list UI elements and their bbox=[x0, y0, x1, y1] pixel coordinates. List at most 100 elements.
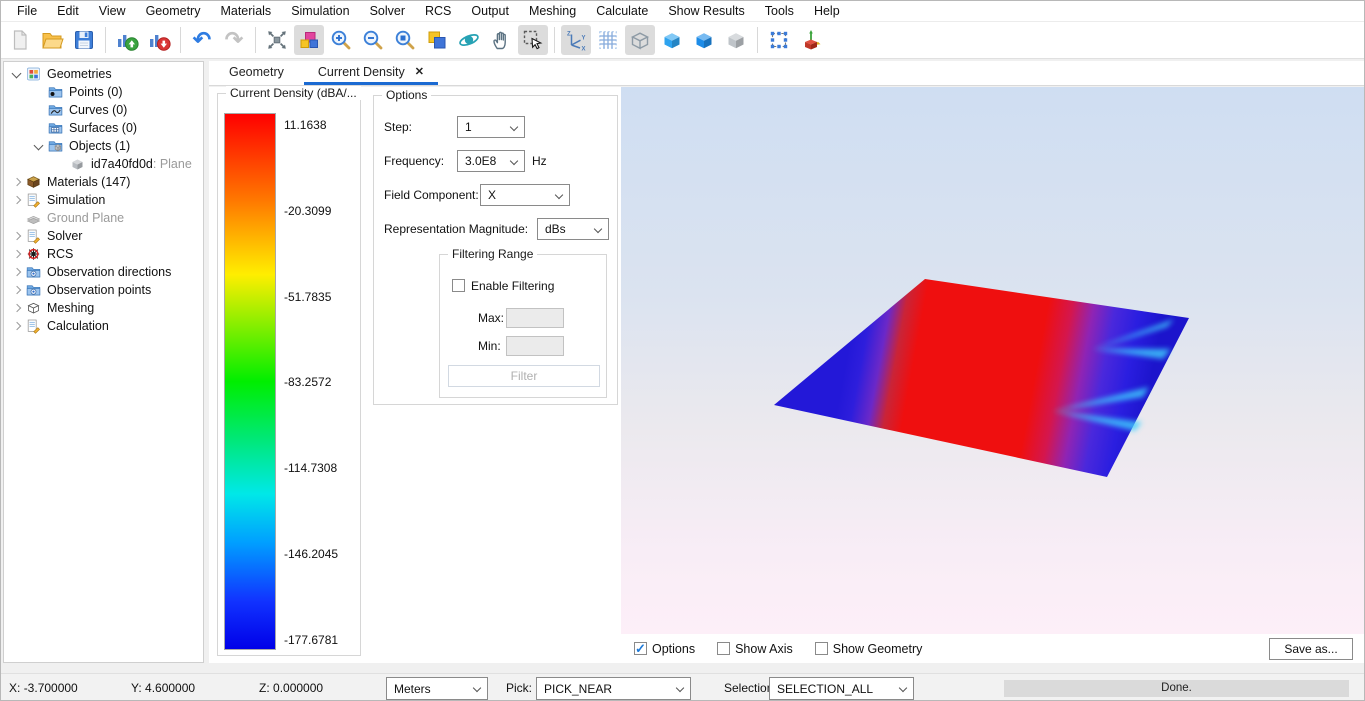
menu-item-materials[interactable]: Materials bbox=[210, 2, 281, 20]
redo-button[interactable]: ↷ bbox=[219, 25, 249, 55]
chevron-collapsed-icon[interactable] bbox=[10, 247, 25, 262]
frequency-select[interactable]: 3.0E8 bbox=[457, 150, 525, 172]
fit-view-icon bbox=[265, 28, 289, 52]
chevron-collapsed-icon[interactable] bbox=[10, 229, 25, 244]
tree-item-ground-plane[interactable]: Ground Plane bbox=[4, 209, 203, 227]
chevron-collapsed-icon[interactable] bbox=[10, 175, 25, 190]
chevron-expanded-icon[interactable] bbox=[32, 139, 47, 154]
tree-item-materials-147[interactable]: Materials (147) bbox=[4, 173, 203, 191]
save-as-button[interactable]: Save as... bbox=[1269, 638, 1353, 660]
tree-item-solver[interactable]: Solver bbox=[4, 227, 203, 245]
tab-current-density[interactable]: Current Density✕ bbox=[304, 61, 438, 85]
open-folder-button[interactable] bbox=[37, 25, 67, 55]
hidden-view-button[interactable] bbox=[721, 25, 751, 55]
folder-cube-icon bbox=[47, 138, 64, 154]
chevron-collapsed-icon[interactable] bbox=[10, 265, 25, 280]
viewport-3d[interactable] bbox=[621, 87, 1365, 634]
new-document-button[interactable] bbox=[5, 25, 35, 55]
orbit-button[interactable] bbox=[454, 25, 484, 55]
chevron-expanded-icon[interactable] bbox=[10, 67, 25, 82]
orientation-triad-button[interactable] bbox=[796, 25, 826, 55]
show-axis-checkbox[interactable] bbox=[717, 642, 730, 655]
menu-item-tools[interactable]: Tools bbox=[755, 2, 804, 20]
tree-item-surfaces-0[interactable]: Surfaces (0) bbox=[4, 119, 203, 137]
chevron-collapsed-icon[interactable] bbox=[10, 283, 25, 298]
color-scale-value: -146.2045 bbox=[284, 547, 360, 561]
tree-item-rcs[interactable]: RCS bbox=[4, 245, 203, 263]
tree-item-observation-directions[interactable]: Observation directions bbox=[4, 263, 203, 281]
chevron-collapsed-icon[interactable] bbox=[10, 193, 25, 208]
show-axes-button[interactable] bbox=[561, 25, 591, 55]
field-component-select[interactable]: X bbox=[480, 184, 570, 206]
tree-item-observation-points[interactable]: Observation points bbox=[4, 281, 203, 299]
menu-item-help[interactable]: Help bbox=[804, 2, 850, 20]
representation-magnitude-select[interactable]: dBs bbox=[537, 218, 609, 240]
tree-item-simulation[interactable]: Simulation bbox=[4, 191, 203, 209]
solid-view-button[interactable] bbox=[657, 25, 687, 55]
tab-strip: GeometryCurrent Density✕ bbox=[209, 61, 1364, 86]
show-objects-button[interactable] bbox=[294, 25, 324, 55]
menu-item-file[interactable]: File bbox=[7, 2, 47, 20]
chevron-placeholder bbox=[54, 157, 69, 172]
selection-handles-button[interactable] bbox=[764, 25, 794, 55]
toolbar-separator bbox=[757, 27, 758, 53]
max-input[interactable] bbox=[506, 308, 564, 328]
show-geometry-toggle[interactable]: Show Geometry bbox=[815, 642, 923, 656]
tree-item-geometries[interactable]: Geometries bbox=[4, 65, 203, 83]
tree-item-id7a40fd0d[interactable]: id7a40fd0d : Plane bbox=[4, 155, 203, 173]
pick-select[interactable]: PICK_NEAR bbox=[536, 677, 691, 700]
tree-item-curves-0[interactable]: Curves (0) bbox=[4, 101, 203, 119]
options-toggle[interactable]: Options bbox=[634, 642, 695, 656]
zoom-out-button[interactable] bbox=[358, 25, 388, 55]
zoom-window-button[interactable] bbox=[390, 25, 420, 55]
units-select[interactable]: Meters bbox=[386, 677, 488, 700]
folder-curve-icon bbox=[47, 102, 64, 118]
export-results-button[interactable] bbox=[144, 25, 174, 55]
bring-to-front-button[interactable] bbox=[422, 25, 452, 55]
show-geometry-checkbox-label: Show Geometry bbox=[833, 642, 923, 656]
pan-button[interactable] bbox=[486, 25, 516, 55]
zoom-in-button[interactable] bbox=[326, 25, 356, 55]
menu-item-meshing[interactable]: Meshing bbox=[519, 2, 586, 20]
enable-filtering-checkbox[interactable] bbox=[452, 279, 465, 292]
field-component-value: X bbox=[488, 188, 496, 202]
current-density-plane-render bbox=[621, 87, 1365, 634]
filter-button[interactable]: Filter bbox=[448, 365, 600, 387]
menu-item-show-results[interactable]: Show Results bbox=[658, 2, 754, 20]
import-results-button[interactable] bbox=[112, 25, 142, 55]
menu-item-rcs[interactable]: RCS bbox=[415, 2, 461, 20]
menu-item-simulation[interactable]: Simulation bbox=[281, 2, 359, 20]
menu-item-output[interactable]: Output bbox=[461, 2, 519, 20]
tree-item-objects-1[interactable]: Objects (1) bbox=[4, 137, 203, 155]
progress-text: Done. bbox=[1161, 682, 1192, 694]
chevron-collapsed-icon[interactable] bbox=[10, 301, 25, 316]
step-select[interactable]: 1 bbox=[457, 116, 525, 138]
tab-geometry[interactable]: Geometry bbox=[215, 61, 298, 85]
menu-item-solver[interactable]: Solver bbox=[360, 2, 415, 20]
tree-item-label: Calculation bbox=[47, 319, 109, 333]
menu-item-view[interactable]: View bbox=[89, 2, 136, 20]
tab-close-icon[interactable]: ✕ bbox=[415, 65, 424, 78]
options-checkbox[interactable] bbox=[634, 642, 647, 655]
min-input[interactable] bbox=[506, 336, 564, 356]
tree-item-label: Surfaces (0) bbox=[69, 121, 137, 135]
save-button[interactable] bbox=[69, 25, 99, 55]
tree-item-meshing[interactable]: Meshing bbox=[4, 299, 203, 317]
show-grid-button[interactable] bbox=[593, 25, 623, 55]
undo-button[interactable]: ↶ bbox=[187, 25, 217, 55]
tree-item-calculation[interactable]: Calculation bbox=[4, 317, 203, 335]
wireframe-view-button[interactable] bbox=[625, 25, 655, 55]
show-geometry-checkbox[interactable] bbox=[815, 642, 828, 655]
color-scale-value: -83.2572 bbox=[284, 375, 360, 389]
menu-item-calculate[interactable]: Calculate bbox=[586, 2, 658, 20]
fit-view-button[interactable] bbox=[262, 25, 292, 55]
chevron-collapsed-icon[interactable] bbox=[10, 319, 25, 334]
menu-item-geometry[interactable]: Geometry bbox=[136, 2, 211, 20]
tree-item-points-0[interactable]: Points (0) bbox=[4, 83, 203, 101]
menu-item-edit[interactable]: Edit bbox=[47, 2, 89, 20]
show-axis-toggle[interactable]: Show Axis bbox=[717, 642, 793, 656]
selection-select[interactable]: SELECTION_ALL bbox=[769, 677, 914, 700]
shaded-view-button[interactable] bbox=[689, 25, 719, 55]
select-button[interactable] bbox=[518, 25, 548, 55]
chevron-placeholder bbox=[32, 103, 47, 118]
